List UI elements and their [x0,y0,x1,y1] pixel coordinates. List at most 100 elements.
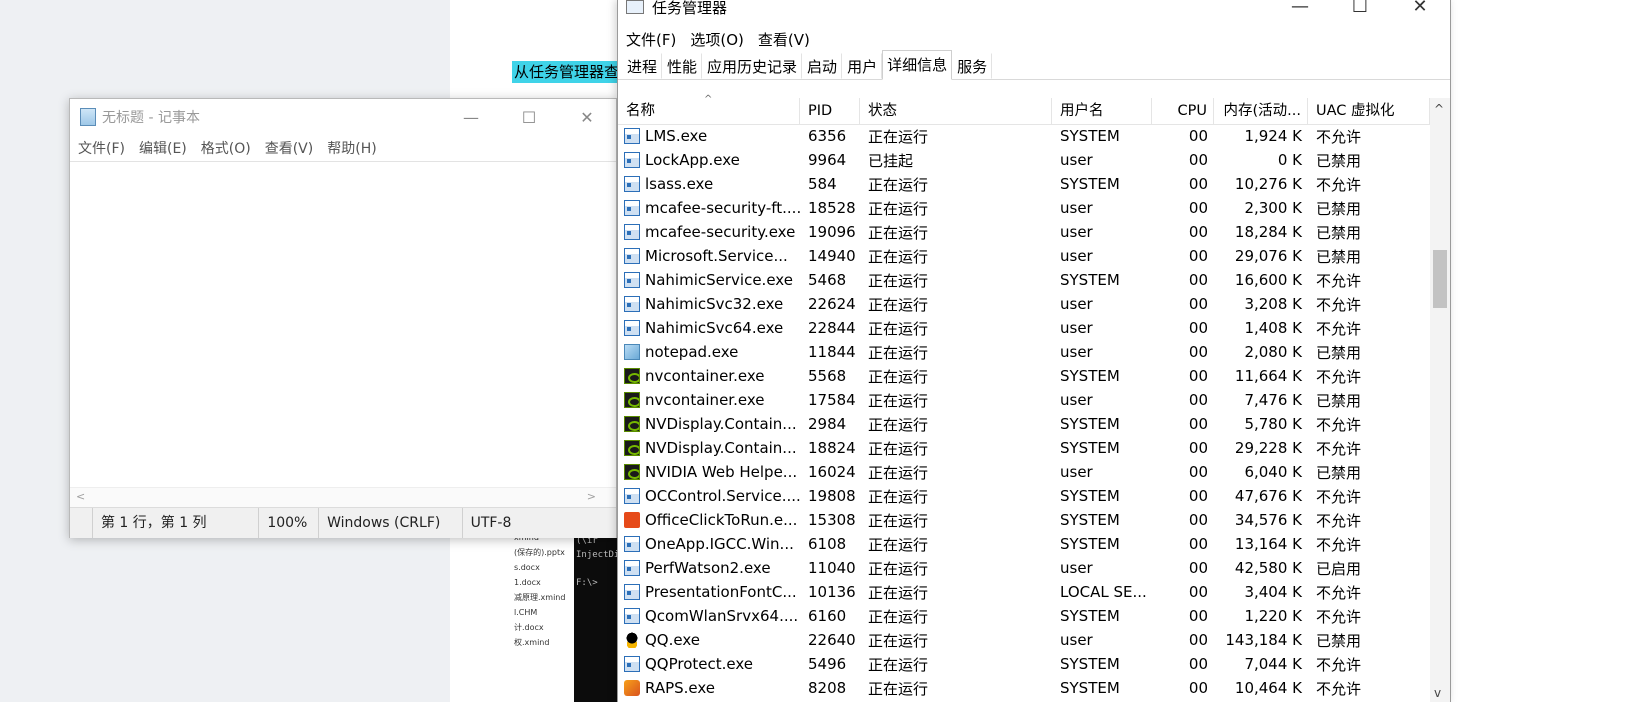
column-header-cpu[interactable]: CPU [1152,98,1214,124]
table-row[interactable]: NVIDIA Web Helpe... 16024 正在运行 user 00 6,040 … [618,460,1430,484]
process-mem: 18,284 K [1234,223,1302,241]
column-header-uac[interactable]: UAC 虚拟化 [1308,98,1430,124]
table-row[interactable]: OfficeClickToRun.e... 15308 正在运行 SYSTEM 00 34… [618,508,1430,532]
process-pid: 5496 [808,655,847,673]
process-name-cell: NVDisplay.Contain... [618,439,800,457]
process-pid: 22640 [808,631,856,649]
column-header-user[interactable]: 用户名 [1052,98,1152,124]
table-row[interactable]: nvcontainer.exe 17584 正在运行 user 00 7,476 K 已禁用 [618,388,1430,412]
process-mem: 42,580 K [1234,559,1302,577]
scroll-down-icon[interactable]: v [1434,686,1441,700]
process-status: 正在运行 [868,607,929,626]
process-status: 正在运行 [868,439,929,458]
close-icon[interactable]: ✕ [1390,0,1450,17]
column-header-memory[interactable]: 内存(活动... [1214,98,1308,124]
process-name: mcafee-security.exe [645,223,796,241]
notepad-menu-item[interactable]: 格式(O) [201,138,251,158]
notepad-title: 无标题 - 记事本 [102,110,200,126]
table-row[interactable]: NahimicSvc32.exe 22624 正在运行 user 00 3,208 K 不允… [618,292,1430,316]
tab-6[interactable]: 服务 [952,53,993,79]
table-row[interactable]: LockApp.exe 9964 已挂起 user 00 0 K 已禁用 [618,148,1430,172]
process-cpu: 00 [1188,487,1208,505]
table-row[interactable]: OneApp.IGCC.Win... 6108 正在运行 SYSTEM 00 13,164… [618,532,1430,556]
notepad-menu-item[interactable]: 帮助(H) [327,138,376,158]
table-row[interactable]: NahimicService.exe 5468 正在运行 SYSTEM 00 16,600… [618,268,1430,292]
process-name-cell: NahimicSvc64.exe [618,319,800,337]
process-user: SYSTEM [1060,439,1120,457]
process-mem: 1,220 K [1244,607,1302,625]
maximize-icon[interactable]: ☐ [1330,0,1390,17]
process-exe-icon [624,200,640,216]
process-cpu: 00 [1188,631,1208,649]
process-user: SYSTEM [1060,535,1120,553]
task-manager-menu-item[interactable]: 查看(V) [758,29,810,50]
column-header-status[interactable]: 状态 [860,98,1052,124]
table-row[interactable]: QQProtect.exe 5496 正在运行 SYSTEM 00 7,044 K 不允许 [618,652,1430,676]
process-name: NVDisplay.Contain... [645,415,797,433]
table-row[interactable]: RAPS.exe 8208 正在运行 SYSTEM 00 10,464 K 不允许 [618,676,1430,700]
process-status: 正在运行 [868,655,929,674]
scroll-left-icon[interactable]: < [76,490,85,503]
task-manager-menubar: 文件(F) 选项(O) 查看(V) [618,26,1450,52]
process-nv-icon [624,464,640,480]
table-row[interactable]: mcafee-security-ft.... 18528 正在运行 user 00 2,3… [618,196,1430,220]
process-pid: 8208 [808,679,847,697]
process-uac: 不允许 [1316,127,1362,146]
table-row[interactable]: LMS.exe 6356 正在运行 SYSTEM 00 1,924 K 不允许 [618,124,1430,148]
scroll-up-icon[interactable]: ^ [1434,102,1444,116]
close-icon[interactable]: ✕ [558,108,616,127]
minimize-icon[interactable]: — [442,108,500,127]
process-status: 正在运行 [868,415,929,434]
table-row[interactable]: NVDisplay.Contain... 18824 正在运行 SYSTEM 00 29,… [618,436,1430,460]
process-cpu: 00 [1188,511,1208,529]
table-row[interactable]: PerfWatson2.exe 11040 正在运行 user 00 42,580 K 已启… [618,556,1430,580]
table-row[interactable]: QcomWlanSrvx64.... 6160 正在运行 SYSTEM 00 1,220 … [618,604,1430,628]
table-row[interactable]: NVDisplay.Contain... 2984 正在运行 SYSTEM 00 5,78… [618,412,1430,436]
process-user: SYSTEM [1060,127,1120,145]
process-cpu: 00 [1188,295,1208,313]
process-exe-icon [624,176,640,192]
process-name: lsass.exe [645,175,714,193]
tab-0[interactable]: 进程 [622,53,663,79]
table-row[interactable]: nvcontainer.exe 5568 正在运行 SYSTEM 00 11,664 K 不… [618,364,1430,388]
scroll-right-icon[interactable]: > [587,490,596,503]
table-row[interactable]: OCControl.Service.... 19808 正在运行 SYSTEM 00 47… [618,484,1430,508]
process-name-cell: lsass.exe [618,175,800,193]
notepad-text-area[interactable] [70,161,616,487]
tab-4[interactable]: 用户 [842,53,883,79]
process-table-scrollbar[interactable]: ^ v [1430,98,1450,702]
table-row[interactable]: NahimicSvc64.exe 22844 正在运行 user 00 1,408 K 不允… [618,316,1430,340]
tab-2[interactable]: 应用历史记录 [702,53,803,79]
notepad-menu-item[interactable]: 编辑(E) [139,138,187,158]
notepad-horizontal-scrollbar[interactable]: < > [70,487,616,507]
table-row[interactable]: PresentationFontC... 10136 正在运行 LOCAL SE...… [618,580,1430,604]
process-user: user [1060,199,1093,217]
tab-5[interactable]: 详细信息 [882,50,953,80]
process-mem: 13,164 K [1234,535,1302,553]
maximize-icon[interactable]: ☐ [500,108,558,127]
process-exe-icon [624,152,640,168]
scrollbar-thumb[interactable] [1433,250,1447,308]
table-row[interactable]: mcafee-security.exe 19096 正在运行 user 00 18,284… [618,220,1430,244]
table-row[interactable]: notepad.exe 11844 正在运行 user 00 2,080 K 已禁用 [618,340,1430,364]
tab-1[interactable]: 性能 [662,53,703,79]
notepad-menu-item[interactable]: 文件(F) [78,138,125,158]
table-row[interactable]: QQ.exe 22640 正在运行 user 00 143,184 K 已禁用 [618,628,1430,652]
column-header-name[interactable]: 名称 [618,98,800,124]
tab-3[interactable]: 启动 [802,53,843,79]
process-name: QQ.exe [645,631,700,649]
file-list-item: l.CHM [514,608,538,617]
table-row[interactable]: lsass.exe 584 正在运行 SYSTEM 00 10,276 K 不允许 [618,172,1430,196]
process-exe-icon [624,224,640,240]
column-header-pid[interactable]: PID [800,98,860,124]
notepad-titlebar[interactable]: 无标题 - 记事本 — ☐ ✕ [70,99,616,135]
task-manager-menu-item[interactable]: 选项(O) [690,29,744,50]
task-manager-titlebar[interactable]: 任务管理器 — ☐ ✕ [618,0,1450,26]
task-manager-menu-item[interactable]: 文件(F) [626,29,676,50]
process-uac: 不允许 [1316,655,1362,674]
notepad-menu-item[interactable]: 查看(V) [265,138,314,158]
table-row[interactable]: Microsoft.Service... 14940 正在运行 user 00 29,07… [618,244,1430,268]
minimize-icon[interactable]: — [1270,0,1330,17]
process-user: user [1060,559,1093,577]
process-name: NahimicService.exe [645,271,793,289]
